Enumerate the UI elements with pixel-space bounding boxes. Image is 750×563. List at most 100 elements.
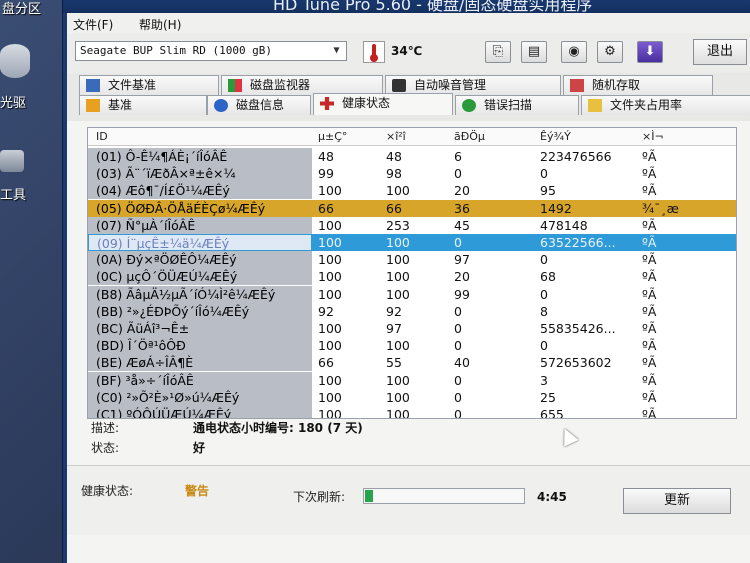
tab-aam[interactable]: 自动噪音管理 (385, 75, 561, 95)
cell-thr: 6 (454, 149, 462, 164)
tab-health[interactable]: 健康状态 (313, 93, 453, 115)
screenshot-button[interactable]: ◉ (561, 41, 587, 63)
smart-attribute-list[interactable]: ID µ±Ç° ×î²î ãÐÖµ Êý¾Ý ×Ì¬ (01) Ô-Ê¼¶ÁÈ¡… (87, 127, 737, 419)
title-bar[interactable]: HD Tune Pro 5.60 - 硬盘/固态硬盘实用程序 (63, 0, 750, 14)
desktop-label-tools[interactable]: 工具 (0, 184, 26, 203)
cell-worst: 98 (386, 166, 402, 182)
table-row[interactable]: (BD) Î´Öª¹ôÔÐ 100 100 0 0 ºÃ (88, 337, 736, 355)
toolbox-icon[interactable] (0, 150, 24, 172)
save-button[interactable]: ⬇ (637, 41, 663, 63)
table-row[interactable]: (05) ÖØÐÂ·ÖÅäÉÈÇø¼ÆÊý 66 66 36 1492 ¾¯¸æ (88, 199, 736, 217)
cell-cur: 100 (318, 372, 342, 388)
cell-data: 3 (540, 372, 548, 388)
cd-drive-icon[interactable] (0, 44, 30, 78)
cell-thr: 20 (454, 183, 470, 199)
table-row[interactable]: (B8) ÃâµÄ½µÃ´íÓ¼Ì²ê¼ÆÊý 100 100 99 0 ºÃ (88, 285, 736, 303)
table-row[interactable]: (09) Í¨µçÊ±¼ä¼ÆÊý 100 100 0 63522566... ºÃ (88, 234, 736, 251)
random-access-icon (570, 79, 584, 92)
chevron-down-icon[interactable]: ▼ (329, 43, 344, 59)
table-row[interactable]: (BF) ³å»÷´íÎóÂÊ 100 100 0 3 ºÃ (88, 371, 736, 389)
cell-worst: 92 (386, 303, 402, 319)
cell-cur: 66 (318, 355, 334, 371)
table-row[interactable]: (BB) ²»¿ÉÐÞÕý´íÎó¼ÆÊý 92 92 0 8 ºÃ (88, 302, 736, 320)
attribute-name: (0C) µçÔ´ÖÜÆÚ¼ÆÊý (88, 268, 312, 286)
copy-all-button[interactable]: ▤ (521, 41, 547, 63)
speaker-icon (392, 79, 406, 92)
table-row[interactable]: (03) Ã¨´ïÆðÂ×ª±ê×¼ 99 98 0 0 ºÃ (88, 165, 736, 183)
tab-benchmark[interactable]: 基准 (79, 95, 207, 115)
temperature-value: 34℃ (391, 44, 423, 58)
header-data[interactable]: Êý¾Ý (540, 130, 571, 143)
table-row[interactable]: (0A) Ðý×ªÖØÊÔ¼ÆÊý 100 100 97 0 ºÃ (88, 251, 736, 269)
cell-worst: 66 (386, 200, 402, 216)
copy-icon: ⎘ (492, 44, 504, 59)
desktop-label-partition[interactable]: 盘分区 (2, 0, 41, 17)
tab-label: 基准 (108, 98, 133, 112)
description-value: 通电状态小时编号: 180 (7 天) (193, 421, 363, 435)
desktop: 盘分区 光驱 工具 HD Tune Pro 5.60 - 硬盘/固态硬盘实用程序… (0, 0, 750, 563)
copy-text-button[interactable]: ⎘ (485, 41, 511, 63)
down-arrow-icon: ⬇ (644, 44, 656, 59)
tab-disk-monitor[interactable]: 磁盘监视器 (221, 75, 383, 95)
attribute-name: (B8) ÃâµÄ½µÃ´íÓ¼Ì²ê¼ÆÊý (88, 285, 312, 303)
cell-cur: 100 (318, 286, 342, 302)
menu-file[interactable]: 文件(F) (73, 16, 113, 33)
next-refresh-label: 下次刷新: (293, 490, 346, 504)
cell-worst: 100 (386, 389, 410, 405)
cell-data: 0 (540, 286, 548, 302)
table-row[interactable]: (BC) ÃüÁî³¬Ê± 100 97 0 55835426... ºÃ (88, 320, 736, 337)
table-row[interactable]: (07) Ñ°µÀ´íÎóÂÊ 100 253 45 478148 ºÃ (88, 216, 736, 234)
attribute-name: (BC) ÃüÁî³¬Ê± (88, 320, 312, 337)
camera-icon: ◉ (568, 44, 580, 59)
table-row[interactable]: (04) Æô¶¯/Í£Ö¹¼ÆÊý 100 100 20 95 ºÃ (88, 182, 736, 200)
drive-select[interactable]: Seagate BUP Slim RD (1000 gB) ▼ (75, 41, 347, 61)
cell-data: 8 (540, 303, 548, 319)
cell-cur: 100 (318, 269, 342, 285)
cell-cur: 92 (318, 303, 334, 319)
tab-error-scan[interactable]: 错误扫描 (455, 95, 579, 115)
cell-status: ºÃ (642, 166, 657, 182)
attribute-name: (BB) ²»¿ÉÐÞÕý´íÎó¼ÆÊý (88, 302, 312, 320)
tab-random-access[interactable]: 随机存取 (563, 75, 713, 95)
table-row[interactable]: (C0) ²»Õ²È»¹Ø»ú¼ÆÊý 100 100 0 25 ºÃ (88, 388, 736, 406)
description-panel: 描述: 通电状态小时编号: 180 (7 天) 状态: 好 (87, 417, 737, 461)
tab-disk-info[interactable]: 磁盘信息 (207, 95, 311, 115)
cell-data: 55835426... (540, 321, 616, 336)
cell-worst: 100 (386, 338, 410, 354)
attribute-name: (01) Ô-Ê¼¶ÁÈ¡´íÎóÂÊ (88, 148, 312, 165)
cell-thr: 45 (454, 217, 470, 233)
tab-folder-usage[interactable]: 文件夹占用率 (581, 95, 750, 115)
cell-status: ºÃ (642, 338, 657, 354)
tab-file-benchmark[interactable]: 文件基准 (79, 75, 219, 95)
cell-cur: 100 (318, 183, 342, 199)
header-threshold[interactable]: ãÐÖµ (454, 130, 485, 143)
health-label: 健康状态: (81, 484, 134, 498)
attribute-name: (BD) Î´Öª¹ôÔÐ (88, 337, 312, 355)
attribute-name: (07) Ñ°µÀ´íÎóÂÊ (88, 216, 312, 234)
cell-cur: 48 (318, 149, 334, 164)
desktop-label-drive[interactable]: 光驱 (0, 92, 26, 111)
cell-cur: 99 (318, 166, 334, 182)
refresh-progress-fill (365, 490, 373, 502)
tab-label: 自动噪音管理 (414, 78, 487, 92)
refresh-button[interactable]: 更新 (623, 488, 731, 514)
header-status[interactable]: ×Ì¬ (642, 130, 664, 143)
cell-status: ºÃ (642, 355, 657, 371)
cell-thr: 99 (454, 286, 470, 302)
table-row[interactable]: (01) Ô-Ê¼¶ÁÈ¡´íÎóÂÊ 48 48 6 223476566 ºÃ (88, 148, 736, 165)
table-row[interactable]: (0C) µçÔ´ÖÜÆÚ¼ÆÊý 100 100 20 68 ºÃ (88, 268, 736, 286)
cell-status: ºÃ (642, 389, 657, 405)
status-value: 好 (193, 441, 206, 455)
refresh-countdown: 4:45 (537, 490, 567, 504)
status-footer: 健康状态: 警告 下次刷新: 4:45 更新 (67, 465, 750, 535)
exit-button[interactable]: 退出 (693, 39, 747, 65)
cell-cur: 66 (318, 200, 334, 216)
header-id[interactable]: ID (96, 130, 108, 143)
header-current[interactable]: µ±Ç° (318, 130, 347, 143)
health-status-badge: 警告 (185, 484, 210, 498)
header-worst[interactable]: ×î²î (386, 130, 406, 143)
copy-all-icon: ▤ (527, 44, 541, 59)
table-row[interactable]: (BE) ÆøÁ÷ÎÂ¶È 66 55 40 572653602 ºÃ (88, 354, 736, 372)
options-button[interactable]: ⚙ (597, 41, 623, 63)
menu-help[interactable]: 帮助(H) (139, 16, 181, 33)
